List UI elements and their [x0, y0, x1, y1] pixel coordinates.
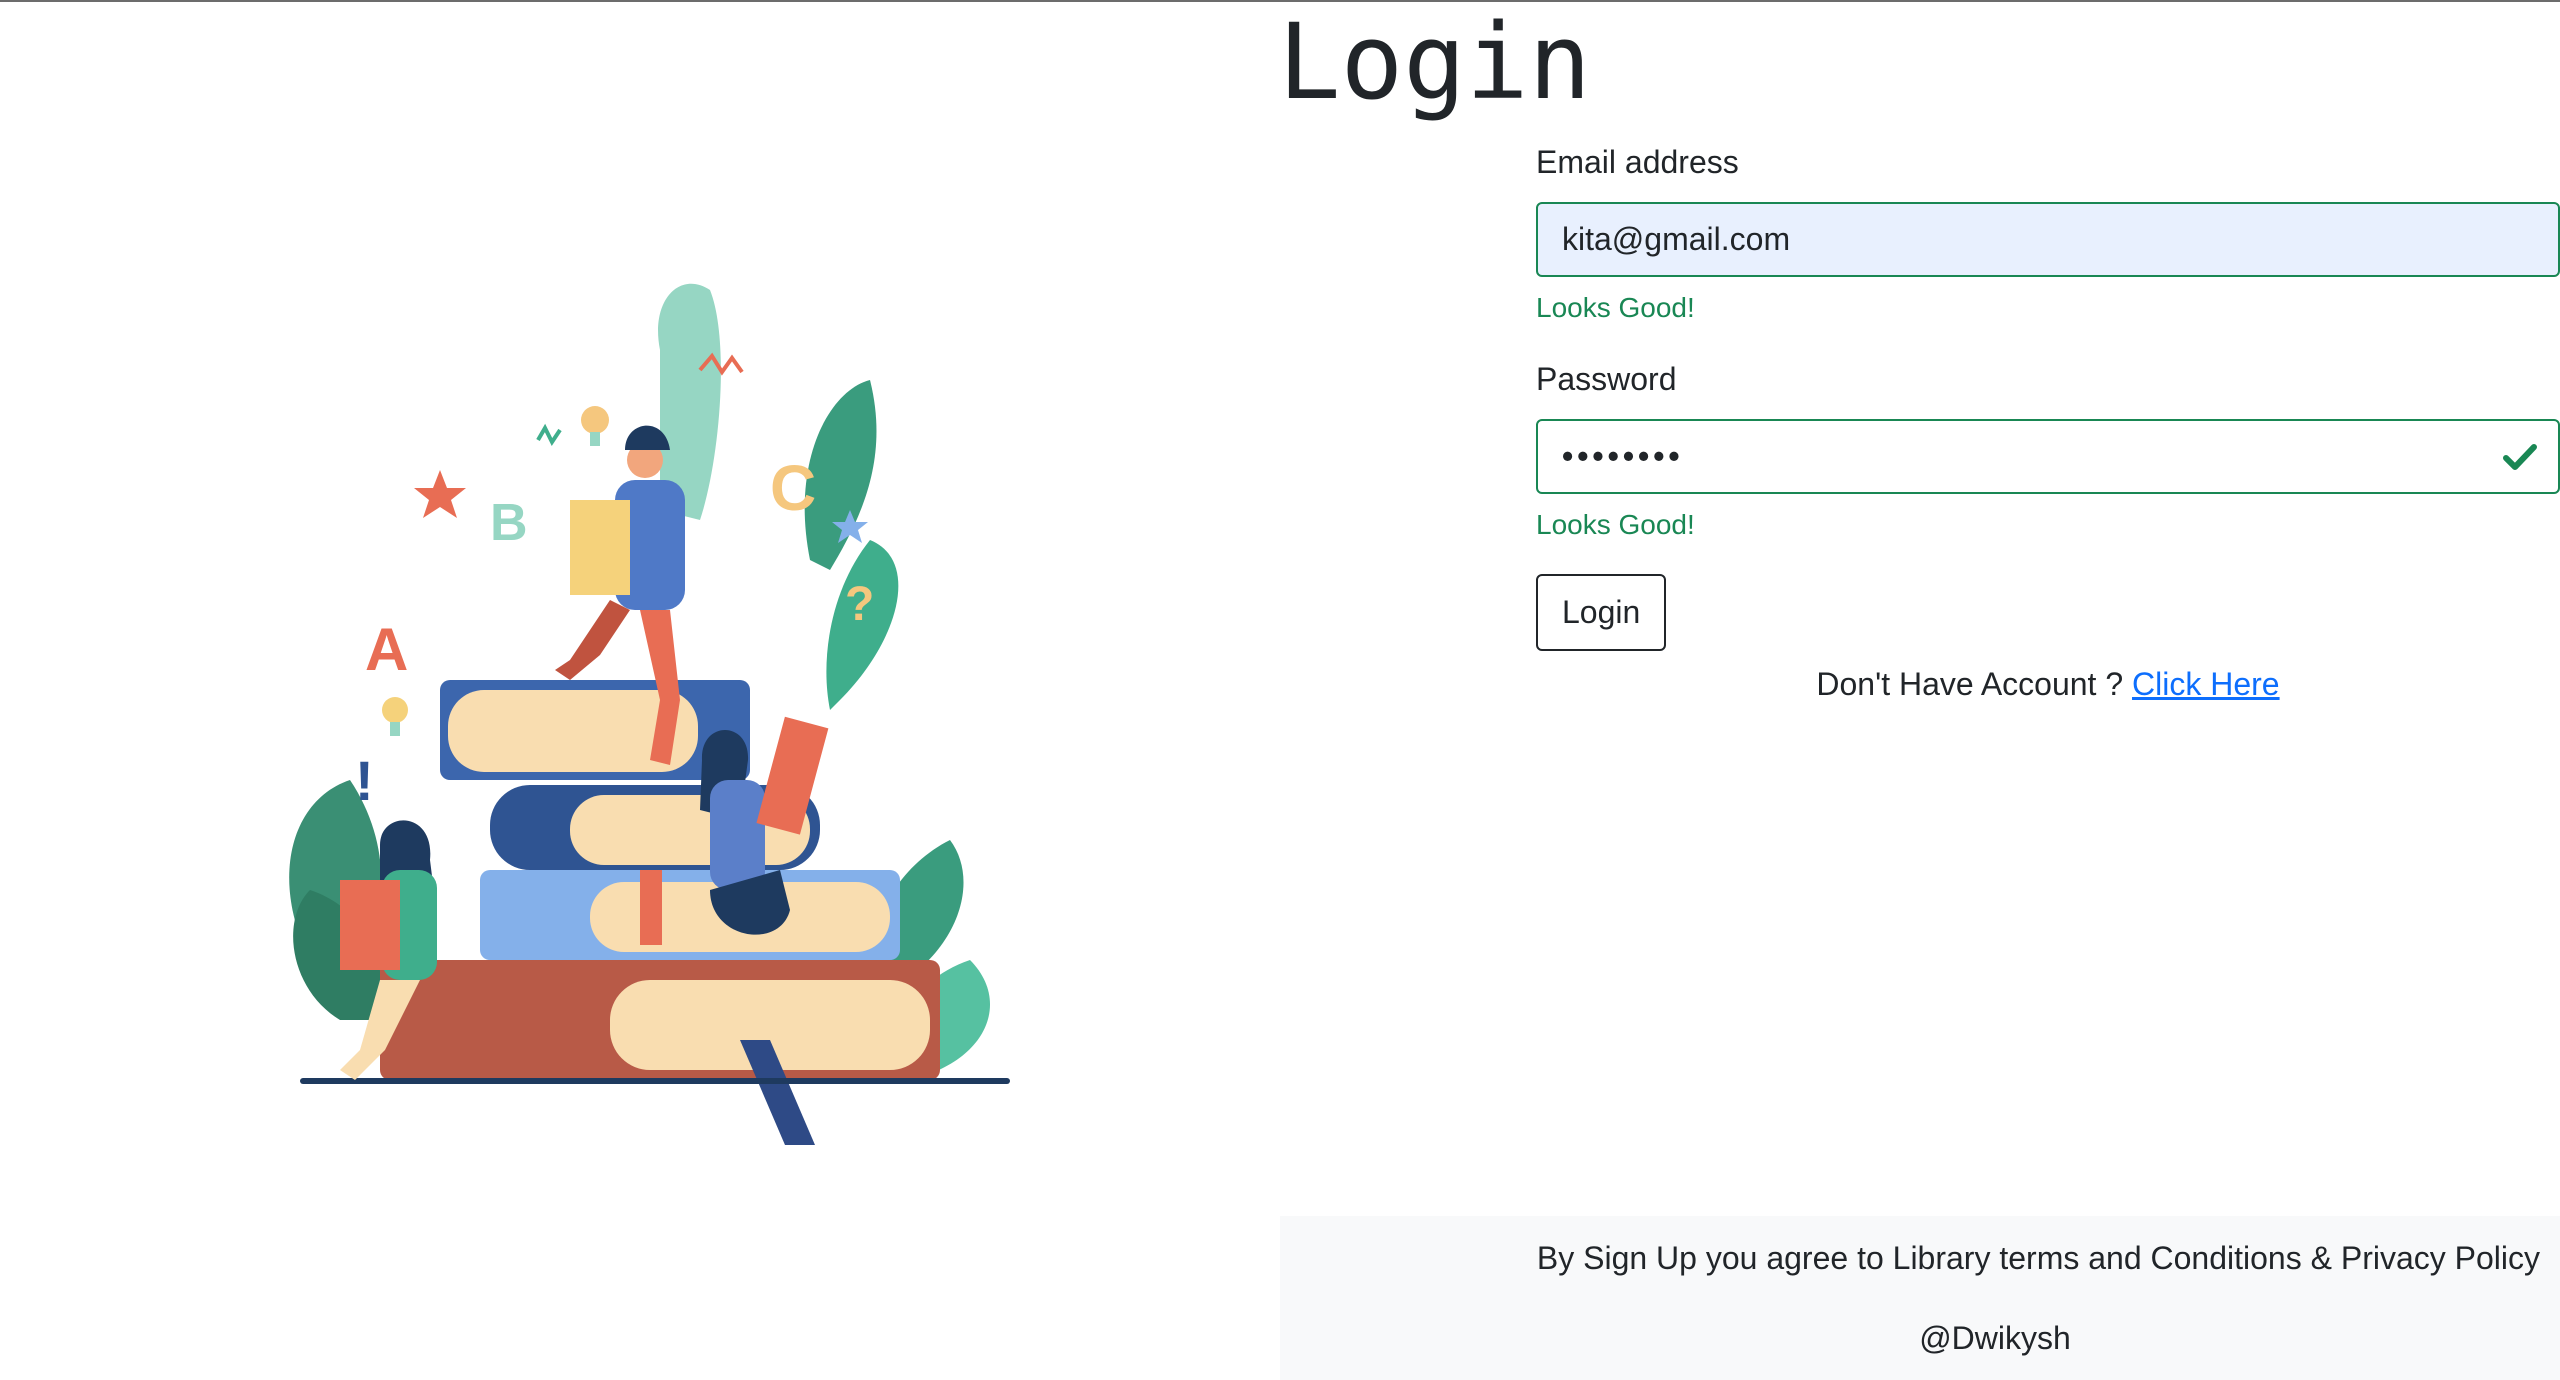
check-icon — [2503, 443, 2537, 470]
login-button[interactable]: Login — [1536, 574, 1667, 651]
password-label: Password — [1536, 361, 1677, 397]
page-title: Login — [1278, 1, 1592, 123]
email-label: Email address — [1536, 144, 1739, 180]
svg-text:!: ! — [355, 749, 374, 812]
reading-books-illustration: A B C ! ? — [289, 283, 1010, 1145]
signup-prompt-text: Don't Have Account ? — [1816, 666, 2133, 702]
svg-text:B: B — [490, 494, 528, 552]
signup-link[interactable]: Click Here — [2132, 666, 2280, 702]
password-feedback: Looks Good! — [1536, 509, 1695, 540]
footer-credit: @Dwikysh — [1919, 1320, 2071, 1356]
footer-terms: By Sign Up you agree to Library terms an… — [1536, 1240, 2540, 1276]
footer: By Sign Up you agree to Library terms an… — [1280, 1216, 2560, 1380]
svg-text:C: C — [770, 452, 816, 524]
svg-text:A: A — [365, 616, 408, 683]
password-field[interactable]: •••••••• — [1536, 419, 2560, 494]
email-feedback: Looks Good! — [1536, 292, 1695, 323]
email-field[interactable]: kita@gmail.com — [1536, 202, 2560, 277]
login-form: Email address kita@gmail.com Looks Good!… — [1536, 140, 2560, 651]
svg-text:?: ? — [845, 578, 874, 631]
signup-prompt: Don't Have Account ? Click Here — [1536, 662, 2560, 706]
password-value: •••••••• — [1562, 438, 1684, 474]
email-value: kita@gmail.com — [1562, 221, 1791, 257]
